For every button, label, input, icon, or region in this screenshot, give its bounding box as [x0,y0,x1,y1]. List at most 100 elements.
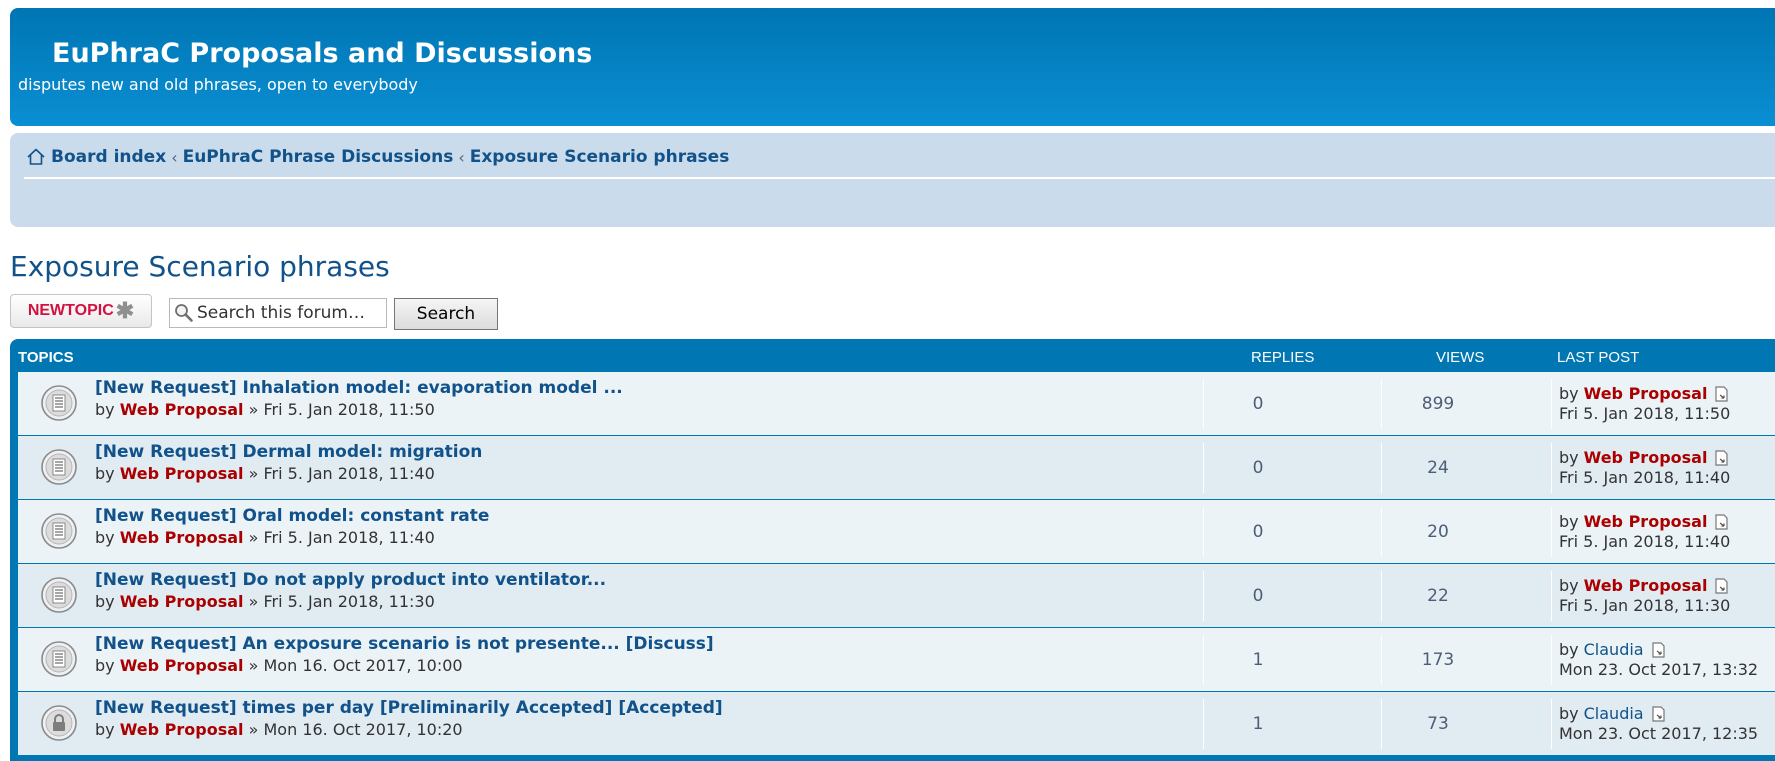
last-post-byline: by Claudia [1559,704,1666,723]
byline-by: by [95,720,115,739]
topic-post-time: » Fri 5. Jan 2018, 11:40 [248,464,435,483]
navbar: Board index ‹ EuPhraC Phrase Discussions… [10,133,1775,227]
topic-title-link[interactable]: [New Request] An exposure scenario is no… [95,634,714,654]
last-post-byline: by Web Proposal [1559,576,1729,595]
last-post-time: Fri 5. Jan 2018, 11:40 [1559,468,1731,487]
forum-title[interactable]: Exposure Scenario phrases [10,250,390,283]
replies-count: 0 [1252,458,1264,478]
topic-post-time: » Fri 5. Jan 2018, 11:50 [248,400,435,419]
last-post-time: Mon 23. Oct 2017, 13:32 [1559,660,1759,679]
site-title[interactable]: EuPhraC Proposals and Discussions [52,38,592,69]
topic-title-link[interactable]: [New Request] Inhalation model: evaporat… [95,378,623,398]
topic-post-time: » Mon 16. Oct 2017, 10:20 [248,720,463,739]
topic-read-icon [41,385,77,421]
last-post-by: by [1559,448,1579,467]
breadcrumb-phrase-discussions[interactable]: EuPhraC Phrase Discussions [183,147,454,167]
topic-byline: by Web Proposal » Fri 5. Jan 2018, 11:50 [95,400,435,419]
last-post-by: by [1559,512,1579,531]
last-post-byline: by Web Proposal [1559,512,1729,531]
last-post-by: by [1559,384,1579,403]
topic-row: [New Request] An exposure scenario is no… [18,628,1775,691]
topic-author-link[interactable]: Web Proposal [120,720,244,739]
column-divider [1551,571,1552,621]
topic-read-icon [41,577,77,613]
topic-row: [New Request] Oral model: constant rate b… [18,500,1775,563]
views-count: 20 [1427,522,1449,542]
view-latest-post-icon[interactable] [1715,577,1729,594]
last-post-author-link[interactable]: Web Proposal [1584,576,1708,595]
view-latest-post-icon[interactable] [1651,641,1666,658]
header-topics: TOPICS [18,349,74,366]
new-topic-label: NEWTOPIC [27,302,114,319]
topic-author-link[interactable]: Web Proposal [120,400,244,419]
topic-title-link[interactable]: [New Request] Oral model: constant rate [95,506,489,526]
last-post-time: Fri 5. Jan 2018, 11:30 [1559,596,1731,615]
view-latest-post-icon[interactable] [1715,513,1729,530]
last-post-byline: by Web Proposal [1559,384,1729,403]
topic-row: [New Request] Dermal model: migration by … [18,436,1775,499]
last-post-time: Fri 5. Jan 2018, 11:50 [1559,404,1731,423]
last-post-by: by [1559,576,1579,595]
topic-byline: by Web Proposal » Fri 5. Jan 2018, 11:40 [95,528,435,547]
topic-row: [New Request] Do not apply product into … [18,564,1775,627]
last-post-byline: by Web Proposal [1559,448,1729,467]
topic-byline: by Web Proposal » Mon 16. Oct 2017, 10:2… [95,720,463,739]
replies-count: 0 [1252,394,1264,414]
topic-byline: by Web Proposal » Fri 5. Jan 2018, 11:30 [95,592,435,611]
header-views: VIEWS [1436,349,1485,366]
views-count: 173 [1421,650,1455,670]
breadcrumb: Board index ‹ EuPhraC Phrase Discussions… [26,147,729,167]
last-post-author-link[interactable]: Web Proposal [1584,512,1708,531]
views-count: 899 [1421,394,1455,414]
view-latest-post-icon[interactable] [1651,705,1666,722]
last-post-time: Mon 23. Oct 2017, 12:35 [1559,724,1759,743]
header-replies: REPLIES [1251,349,1315,366]
topic-byline: by Web Proposal » Fri 5. Jan 2018, 11:40 [95,464,435,483]
topic-author-link[interactable]: Web Proposal [120,656,244,675]
site-header: EuPhraC Proposals and Discussions disput… [10,8,1775,126]
magnifier-icon [175,304,193,322]
new-topic-button[interactable]: NEWTOPIC ✱ [10,294,152,328]
last-post-by: by [1559,704,1579,723]
byline-by: by [95,528,115,547]
topic-author-link[interactable]: Web Proposal [120,592,244,611]
view-latest-post-icon[interactable] [1715,385,1729,402]
topic-read-icon [41,513,77,549]
last-post-author-link[interactable]: Web Proposal [1584,384,1708,403]
topic-row: [New Request] Inhalation model: evaporat… [18,372,1775,435]
view-latest-post-icon[interactable] [1715,449,1729,466]
topic-title-link[interactable]: [New Request] Dermal model: migration [95,442,482,462]
topic-read-icon [41,449,77,485]
topic-locked-icon [41,705,77,741]
forum-search-input[interactable] [197,303,377,323]
topic-title-link[interactable]: [New Request] Do not apply product into … [95,570,606,590]
topic-title-link[interactable]: [New Request] times per day [Preliminari… [95,698,723,718]
topic-author-link[interactable]: Web Proposal [120,464,244,483]
column-divider [1551,635,1552,685]
last-post-author-link[interactable]: Web Proposal [1584,448,1708,467]
breadcrumb-separator: ‹ [171,147,178,167]
last-post-time: Fri 5. Jan 2018, 11:40 [1559,532,1731,551]
forum-search-box [169,298,387,328]
topic-post-time: » Fri 5. Jan 2018, 11:30 [248,592,435,611]
asterisk-icon: ✱ [115,298,135,323]
search-button[interactable]: Search [394,298,498,330]
last-post-author-link[interactable]: Claudia [1584,640,1644,659]
topic-row: [New Request] times per day [Preliminari… [18,692,1775,755]
home-icon[interactable] [26,147,46,167]
replies-count: 1 [1252,650,1264,670]
breadcrumb-exposure-scenario[interactable]: Exposure Scenario phrases [470,147,730,167]
last-post-by: by [1559,640,1579,659]
replies-count: 0 [1252,522,1264,542]
views-count: 22 [1427,586,1449,606]
topic-byline: by Web Proposal » Mon 16. Oct 2017, 10:0… [95,656,463,675]
topic-author-link[interactable]: Web Proposal [120,528,244,547]
breadcrumb-separator: ‹ [458,147,465,167]
topic-list: TOPICS REPLIES VIEWS LAST POST [New Requ… [10,339,1775,761]
last-post-author-link[interactable]: Claudia [1584,704,1644,723]
topic-read-icon [41,641,77,677]
breadcrumb-board-index[interactable]: Board index [51,147,166,167]
topic-post-time: » Mon 16. Oct 2017, 10:00 [248,656,463,675]
views-count: 73 [1427,714,1449,734]
last-post-byline: by Claudia [1559,640,1666,659]
